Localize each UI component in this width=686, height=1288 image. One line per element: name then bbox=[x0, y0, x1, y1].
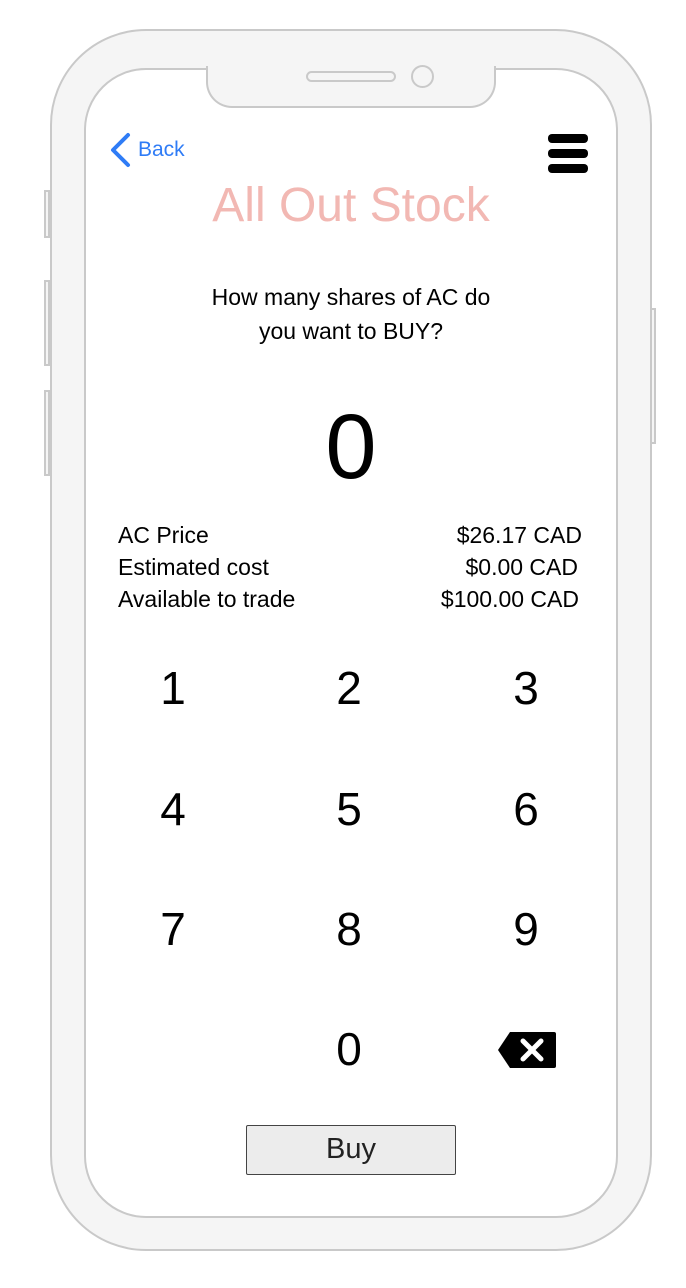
front-camera bbox=[411, 65, 434, 88]
keypad-key-0[interactable]: 0 bbox=[299, 1009, 399, 1089]
available-value: $100.00 CAD bbox=[440, 586, 579, 612]
keypad-key-5[interactable]: 5 bbox=[299, 769, 399, 849]
keypad-key-1[interactable]: 1 bbox=[123, 648, 223, 728]
question-line-1: How many shares of AC do bbox=[211, 284, 491, 310]
buy-button[interactable]: Buy bbox=[246, 1125, 456, 1175]
keypad-key-3[interactable]: 3 bbox=[476, 648, 576, 728]
keypad-key-9[interactable]: 9 bbox=[476, 889, 576, 969]
info-row-estimated-cost: Estimated cost $0.00 CAD bbox=[118, 554, 578, 586]
back-label: Back bbox=[138, 138, 185, 161]
backspace-icon[interactable] bbox=[496, 1030, 558, 1070]
keypad-key-2[interactable]: 2 bbox=[299, 648, 399, 728]
estimated-cost-value: $0.00 CAD bbox=[465, 554, 578, 580]
info-row-available: Available to trade $100.00 CAD bbox=[118, 586, 579, 618]
keypad-key-7[interactable]: 7 bbox=[123, 889, 223, 969]
info-row-price: AC Price $26.17 CAD bbox=[118, 522, 582, 554]
back-button[interactable]: Back bbox=[108, 132, 185, 168]
estimated-cost-label: Estimated cost bbox=[118, 554, 269, 580]
hamburger-menu-icon[interactable] bbox=[548, 134, 588, 174]
available-label: Available to trade bbox=[118, 586, 296, 612]
app-stage: Back All Out Stock How many shares of AC… bbox=[0, 0, 686, 1288]
keypad-key-4[interactable]: 4 bbox=[123, 769, 223, 849]
app-title: All Out Stock bbox=[212, 179, 490, 232]
chevron-left-icon bbox=[111, 133, 130, 167]
price-label: AC Price bbox=[118, 522, 209, 548]
keypad-key-6[interactable]: 6 bbox=[476, 769, 576, 849]
share-question: How many shares of AC do you want to BUY… bbox=[84, 280, 618, 348]
keypad-key-8[interactable]: 8 bbox=[299, 889, 399, 969]
share-amount-display: 0 bbox=[325, 396, 377, 498]
speaker-grille bbox=[306, 71, 396, 82]
question-line-2: you want to BUY? bbox=[258, 318, 444, 344]
price-value: $26.17 CAD bbox=[456, 522, 582, 548]
